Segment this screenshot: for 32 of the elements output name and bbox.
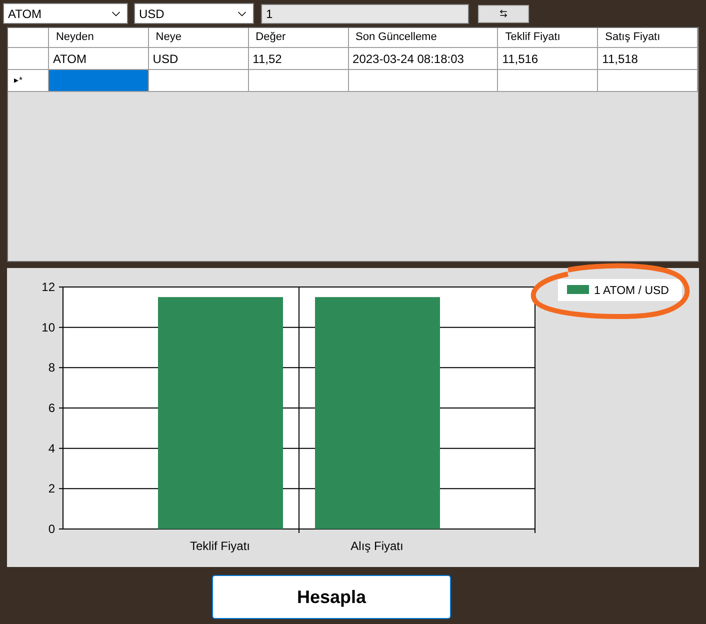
currency-dropdown[interactable]: USD <box>134 3 254 24</box>
new-row-marker: ▸* <box>14 74 23 87</box>
y-tick-label: 12 <box>42 280 55 294</box>
row-header <box>8 28 49 48</box>
amount-field[interactable]: 1 <box>261 4 469 24</box>
row-header[interactable] <box>8 48 49 70</box>
y-tick-label: 10 <box>42 320 55 334</box>
table-cell: 11,52 <box>248 48 349 70</box>
table-cell: USD <box>148 48 249 70</box>
column-header[interactable]: Neyden <box>48 28 149 48</box>
table-cell: 11,516 <box>498 48 598 70</box>
table-cell: ATOM <box>48 48 149 70</box>
calculate-button[interactable]: Hesapla <box>212 575 451 619</box>
chart-legend: 1 ATOM / USD <box>558 279 682 301</box>
legend-label: 1 ATOM / USD <box>594 285 669 297</box>
y-tick-label: 8 <box>48 360 55 375</box>
y-tick-label: 2 <box>48 482 55 496</box>
y-tick-label: 6 <box>48 401 55 415</box>
column-header[interactable]: Son Güncelleme <box>348 28 498 48</box>
column-header[interactable]: Neye <box>148 28 249 48</box>
table-cell: 11,518 <box>598 48 698 70</box>
x-category-label: Teklif Fiyatı <box>190 539 250 553</box>
y-tick-label: 0 <box>48 522 55 536</box>
x-category-label: Alış Fiyatı <box>350 539 404 553</box>
currency-dropdown[interactable]: ATOM <box>3 3 128 24</box>
column-header[interactable]: Değer <box>248 28 349 48</box>
table-cell: 2023-03-24 08:18:03 <box>348 48 498 70</box>
swap-button[interactable] <box>478 4 529 22</box>
y-tick-label: 4 <box>48 441 55 456</box>
column-header[interactable]: Satış Fiyatı <box>598 28 698 48</box>
column-header[interactable]: Teklif Fiyatı <box>498 28 598 48</box>
swap-icon <box>499 9 508 18</box>
